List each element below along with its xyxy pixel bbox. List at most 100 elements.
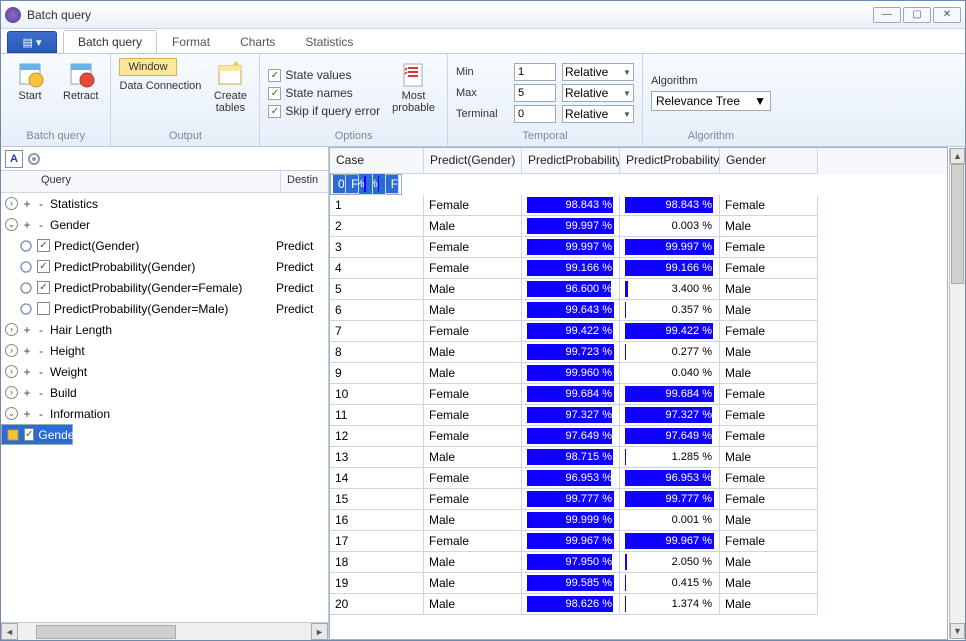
table-row[interactable]: 12Female97.649 %97.649 %Female xyxy=(330,426,947,447)
tab-strip: ▤ ▾ Batch queryFormatChartsStatistics xyxy=(1,29,965,53)
vscrollbar[interactable]: ▲ ▼ xyxy=(949,148,965,639)
state-values-checkbox[interactable]: ✓State values xyxy=(268,68,380,82)
gear-icon xyxy=(19,260,33,274)
chevron-icon[interactable] xyxy=(5,197,18,210)
table-row[interactable]: 18Male97.950 %2.050 %Male xyxy=(330,552,947,573)
tree-row[interactable]: PredictProbability(Gender=Female)Predict xyxy=(1,277,328,298)
checkbox[interactable] xyxy=(37,260,50,273)
query-header[interactable]: Query xyxy=(35,171,280,192)
min-input[interactable] xyxy=(514,63,556,81)
query-pane: A Query Destin +-Statistics+-GenderPredi… xyxy=(1,147,329,640)
table-row[interactable]: 4Female99.166 %99.166 %Female xyxy=(330,258,947,279)
table-row[interactable]: 16Male99.999 %0.001 %Male xyxy=(330,510,947,531)
node-icon xyxy=(6,428,20,442)
data-connection-button[interactable]: Data Connection xyxy=(119,80,201,92)
hscrollbar[interactable]: ◄ ► xyxy=(1,622,328,640)
create-tables-button[interactable]: Create tables xyxy=(209,58,251,128)
tree-row[interactable]: PredictProbability(Gender=Male)Predict xyxy=(1,298,328,319)
terminal-mode-select[interactable]: Relative▼ xyxy=(562,105,634,123)
scroll-left-icon[interactable]: ◄ xyxy=(1,623,18,640)
scroll-right-icon[interactable]: ► xyxy=(311,623,328,640)
minimize-button[interactable]: — xyxy=(873,7,901,23)
max-input[interactable] xyxy=(514,84,556,102)
chevron-icon[interactable] xyxy=(5,344,18,357)
column-header[interactable]: Predict(Gender) xyxy=(424,148,522,174)
table-row[interactable]: 13Male98.715 %1.285 %Male xyxy=(330,447,947,468)
scroll-up-icon[interactable]: ▲ xyxy=(950,148,965,164)
algorithm-label: Algorithm xyxy=(651,75,771,87)
state-names-checkbox[interactable]: ✓State names xyxy=(268,86,380,100)
table-row[interactable]: 17Female99.967 %99.967 %Female xyxy=(330,531,947,552)
table-row[interactable]: 6Male99.643 %0.357 %Male xyxy=(330,300,947,321)
most-probable-button[interactable]: Most probable xyxy=(388,58,439,128)
scroll-thumb[interactable] xyxy=(36,625,176,639)
table-row[interactable]: 10Female99.684 %99.684 %Female xyxy=(330,384,947,405)
chevron-icon[interactable] xyxy=(5,218,18,231)
column-header[interactable]: PredictProbability xyxy=(522,148,620,174)
table-row[interactable]: 7Female99.422 %99.422 %Female xyxy=(330,321,947,342)
gear-icon[interactable] xyxy=(27,152,41,166)
table-row[interactable]: 8Male99.723 %0.277 %Male xyxy=(330,342,947,363)
algorithm-select[interactable]: Relevance Tree▼ xyxy=(651,91,771,111)
checkbox[interactable] xyxy=(37,281,50,294)
window-button[interactable]: Window xyxy=(119,58,176,76)
max-mode-select[interactable]: Relative▼ xyxy=(562,84,634,102)
tree-row[interactable]: +-Height xyxy=(1,340,328,361)
retract-button[interactable]: Retract xyxy=(59,58,102,128)
destination-header[interactable]: Destin xyxy=(280,171,328,192)
chevron-icon[interactable] xyxy=(5,386,18,399)
create-tables-icon xyxy=(216,60,244,88)
checkbox[interactable] xyxy=(37,302,50,315)
window-title: Batch query xyxy=(27,8,873,22)
tab-statistics[interactable]: Statistics xyxy=(290,30,368,53)
close-button[interactable]: ✕ xyxy=(933,7,961,23)
chevron-down-icon: ▼ xyxy=(623,110,631,119)
terminal-input[interactable] xyxy=(514,105,556,123)
table-row[interactable]: 11Female97.327 %97.327 %Female xyxy=(330,405,947,426)
column-header[interactable]: PredictProbability xyxy=(620,148,720,174)
start-button[interactable]: Start xyxy=(9,58,51,128)
chevron-down-icon: ▼ xyxy=(623,89,631,98)
column-header[interactable]: Case xyxy=(330,148,424,174)
titlebar: Batch query — ▢ ✕ xyxy=(1,1,965,29)
table-row[interactable]: 1Female98.843 %98.843 %Female xyxy=(330,195,947,216)
table-row[interactable]: 20Male98.626 %1.374 %Male xyxy=(330,594,947,615)
table-row[interactable]: 15Female99.777 %99.777 %Female xyxy=(330,489,947,510)
app-menu-button[interactable]: ▤ ▾ xyxy=(7,31,57,53)
tree-row[interactable]: +-Build xyxy=(1,382,328,403)
gear-icon xyxy=(19,281,33,295)
table-row[interactable]: 5Male96.600 %3.400 %Male xyxy=(330,279,947,300)
table-row[interactable]: 0Female80.919 %80.919 %Female xyxy=(330,174,402,195)
tree-row[interactable]: PredictProbability(Gender)Predict xyxy=(1,256,328,277)
scroll-thumb[interactable] xyxy=(951,164,964,284)
tree-row[interactable]: GenderGende xyxy=(1,424,73,445)
chevron-icon[interactable] xyxy=(5,407,18,420)
checkbox[interactable] xyxy=(24,428,34,441)
tree-row[interactable]: +-Gender xyxy=(1,214,328,235)
table-row[interactable]: 2Male99.997 %0.003 %Male xyxy=(330,216,947,237)
chevron-icon[interactable] xyxy=(5,323,18,336)
results-grid: CasePredict(Gender)PredictProbabilityPre… xyxy=(329,147,948,640)
chevron-down-icon: ▼ xyxy=(754,94,766,108)
min-mode-select[interactable]: Relative▼ xyxy=(562,63,634,81)
tree-row[interactable]: +-Weight xyxy=(1,361,328,382)
maximize-button[interactable]: ▢ xyxy=(903,7,931,23)
tab-batch-query[interactable]: Batch query xyxy=(63,30,157,53)
text-tool-button[interactable]: A xyxy=(5,150,23,168)
table-row[interactable]: 3Female99.997 %99.997 %Female xyxy=(330,237,947,258)
table-row[interactable]: 14Female96.953 %96.953 %Female xyxy=(330,468,947,489)
table-row[interactable]: 9Male99.960 %0.040 %Male xyxy=(330,363,947,384)
tab-charts[interactable]: Charts xyxy=(225,30,290,53)
column-header[interactable]: Gender xyxy=(720,148,818,174)
checkbox[interactable] xyxy=(37,239,50,252)
query-tree: +-Statistics+-GenderPredict(Gender)Predi… xyxy=(1,193,328,622)
tab-format[interactable]: Format xyxy=(157,30,225,53)
tree-row[interactable]: +-Statistics xyxy=(1,193,328,214)
chevron-icon[interactable] xyxy=(5,365,18,378)
tree-row[interactable]: Predict(Gender)Predict xyxy=(1,235,328,256)
tree-row[interactable]: +-Hair Length xyxy=(1,319,328,340)
tree-row[interactable]: +-Information xyxy=(1,403,328,424)
scroll-down-icon[interactable]: ▼ xyxy=(950,623,965,639)
skip-error-checkbox[interactable]: ✓Skip if query error xyxy=(268,104,380,118)
table-row[interactable]: 19Male99.585 %0.415 %Male xyxy=(330,573,947,594)
